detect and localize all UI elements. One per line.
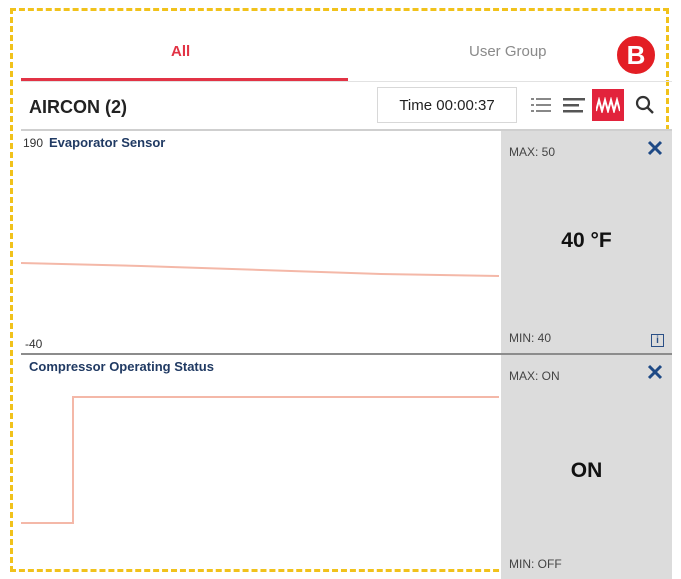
min-value: MIN: 40 [509, 331, 552, 345]
y-axis-max-label: 190 [23, 136, 44, 150]
align-left-icon [563, 98, 585, 113]
search-icon [635, 95, 654, 114]
max-value: MAX: ON [509, 369, 560, 383]
tab-user-group[interactable]: User Group [469, 43, 547, 60]
graph-view-button[interactable] [592, 89, 624, 121]
min-value: MIN: OFF [509, 557, 562, 571]
compressor-step-plot [21, 396, 499, 524]
info-icon[interactable]: i [651, 334, 664, 347]
max-value: MAX: 50 [509, 145, 556, 159]
y-axis-min-label: -40 [25, 337, 43, 351]
evaporator-value-card: MAX: 50 40 °F MIN: 40 i [501, 131, 672, 353]
list-view-button[interactable] [525, 89, 557, 121]
evaporator-graph: 190 Evaporator Sensor -40 [21, 131, 501, 353]
header-bar: AIRCON (2) Time 00:00:37 [21, 85, 672, 129]
tab-divider [21, 81, 672, 82]
text-view-button[interactable] [558, 89, 590, 121]
callout-badge: B [615, 34, 657, 76]
compressor-series-line [21, 396, 499, 524]
time-display: Time 00:00:37 [377, 87, 517, 123]
sensor-name: Evaporator Sensor [49, 135, 166, 150]
search-button[interactable] [629, 89, 661, 121]
tab-all[interactable]: All [171, 43, 190, 60]
list-icon [531, 98, 551, 112]
current-value: ON [570, 459, 603, 482]
page-title: AIRCON (2) [29, 97, 127, 117]
time-text: Time 00:00:37 [399, 96, 495, 114]
close-icon[interactable] [646, 139, 664, 157]
compressor-graph: Compressor Operating Status [21, 355, 501, 579]
graph-icon [596, 97, 620, 113]
app-window: All User Group B AIRCON (2) Time 00:00:3… [21, 15, 672, 579]
screen-frame: All User Group B AIRCON (2) Time 00:00:3… [10, 8, 672, 579]
compressor-value-card: MAX: ON ON MIN: OFF [501, 355, 672, 579]
tab-bar: All User Group B [21, 15, 672, 82]
sensor-name: Compressor Operating Status [29, 359, 214, 374]
evaporator-series-line [21, 262, 500, 277]
evaporator-line-plot [21, 262, 500, 277]
current-value: 40 °F [561, 229, 612, 252]
close-icon[interactable] [646, 363, 664, 381]
sensor-panel-evaporator: 190 Evaporator Sensor -40 MAX: 50 40 °F … [21, 131, 672, 353]
sensor-panel-compressor: Compressor Operating Status MAX: ON ON M… [21, 355, 672, 579]
